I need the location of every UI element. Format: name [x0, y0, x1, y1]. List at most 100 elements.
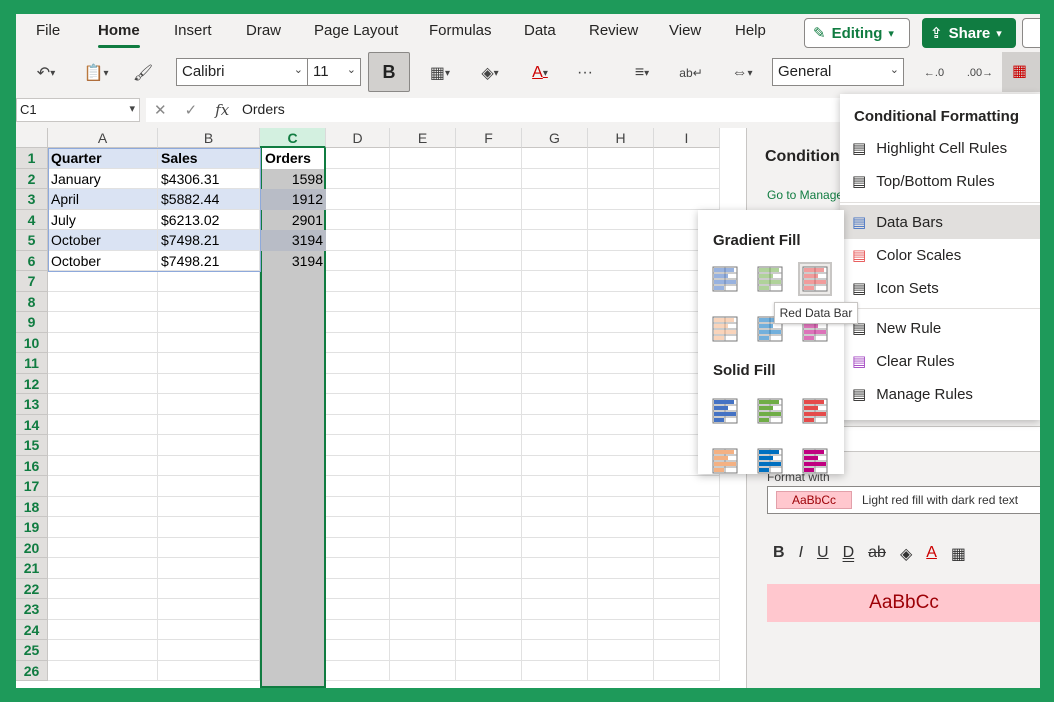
- grid-cell[interactable]: [326, 517, 390, 538]
- font-color-icon[interactable]: A: [926, 544, 937, 564]
- grid-cell[interactable]: [522, 517, 588, 538]
- grid-cell[interactable]: [456, 353, 522, 374]
- row-header-21[interactable]: 21: [16, 558, 48, 579]
- tab-page-layout[interactable]: Page Layout: [314, 22, 398, 39]
- grid-cell[interactable]: [48, 578, 158, 599]
- double-underline-icon[interactable]: D: [843, 544, 855, 564]
- grid-cell[interactable]: [588, 271, 654, 292]
- grid-cell[interactable]: [390, 312, 456, 333]
- grid-cell[interactable]: [390, 599, 456, 620]
- tab-home[interactable]: Home: [98, 22, 140, 39]
- grid-cell[interactable]: [588, 517, 654, 538]
- grid-cell[interactable]: [326, 660, 390, 681]
- grid-cell[interactable]: [456, 332, 522, 353]
- grid-cell[interactable]: [326, 353, 390, 374]
- more-options-icon[interactable]: ···: [570, 58, 600, 88]
- grid-cell[interactable]: [654, 619, 720, 640]
- column-header-d[interactable]: D: [326, 128, 390, 148]
- grid-cell[interactable]: [588, 435, 654, 456]
- grid-cell[interactable]: [326, 455, 390, 476]
- grid-cell[interactable]: [522, 640, 588, 661]
- grid-cell[interactable]: [158, 476, 260, 497]
- grid-cell[interactable]: [588, 250, 654, 271]
- grid-cell[interactable]: [522, 189, 588, 210]
- grid-cell[interactable]: [48, 558, 158, 579]
- fx-icon[interactable]: fx: [215, 101, 229, 119]
- tab-help[interactable]: Help: [735, 22, 766, 39]
- grid-cell[interactable]: [390, 640, 456, 661]
- grid-cell[interactable]: [588, 640, 654, 661]
- decrease-decimal-icon[interactable]: .00→: [960, 58, 1000, 88]
- grid-cell[interactable]: [390, 230, 456, 251]
- menu-item-color-scales[interactable]: ▤ Color Scales: [840, 239, 1040, 271]
- grid-cell[interactable]: [654, 189, 720, 210]
- grid-cell[interactable]: [158, 660, 260, 681]
- grid-cell[interactable]: [48, 435, 158, 456]
- font-name-select[interactable]: Calibri ⌄: [176, 58, 308, 86]
- underline-icon[interactable]: U: [817, 544, 829, 564]
- row-header-2[interactable]: 2: [16, 168, 48, 189]
- grid-cell[interactable]: [158, 291, 260, 312]
- grid-cell[interactable]: [654, 640, 720, 661]
- solid-red-data-bar-icon[interactable]: [798, 394, 832, 428]
- bold-button[interactable]: B: [368, 52, 410, 92]
- grid-cell[interactable]: [48, 353, 158, 374]
- menu-item-data-bars[interactable]: ▤ Data Bars: [840, 205, 1040, 239]
- comments-button[interactable]: [1022, 18, 1040, 48]
- grid-cell[interactable]: [522, 394, 588, 415]
- solid-purple-data-bar-icon[interactable]: [798, 444, 832, 478]
- grid-cell[interactable]: [326, 619, 390, 640]
- row-header-14[interactable]: 14: [16, 414, 48, 435]
- tab-insert[interactable]: Insert: [174, 22, 212, 39]
- grid-cell[interactable]: [588, 476, 654, 497]
- grid-cell[interactable]: [390, 189, 456, 210]
- share-button[interactable]: ⇪ Share ▾: [922, 18, 1016, 48]
- grid-cell[interactable]: [390, 578, 456, 599]
- grid-cell[interactable]: [158, 455, 260, 476]
- grid-cell[interactable]: [588, 660, 654, 681]
- grid-cell[interactable]: [654, 476, 720, 497]
- grid-cell[interactable]: [158, 414, 260, 435]
- table-cell[interactable]: 3194: [260, 230, 326, 251]
- grid-cell[interactable]: [390, 414, 456, 435]
- fill-color-icon[interactable]: ◈: [900, 544, 912, 564]
- grid-cell[interactable]: [326, 640, 390, 661]
- grid-cell[interactable]: [158, 435, 260, 456]
- grid-cell[interactable]: [326, 373, 390, 394]
- grid-cell[interactable]: [654, 578, 720, 599]
- grid-cell[interactable]: [158, 394, 260, 415]
- grid-cell[interactable]: [522, 353, 588, 374]
- grid-cell[interactable]: [588, 496, 654, 517]
- menu-item-new-rule[interactable]: ▤ New Rule: [840, 312, 1040, 344]
- row-header-19[interactable]: 19: [16, 517, 48, 538]
- row-header-1[interactable]: 1: [16, 148, 48, 169]
- grid-cell[interactable]: [654, 660, 720, 681]
- grid-cell[interactable]: [588, 168, 654, 189]
- gradient-blue-data-bar-icon[interactable]: [708, 262, 742, 296]
- grid-cell[interactable]: [522, 332, 588, 353]
- row-header-10[interactable]: 10: [16, 332, 48, 353]
- grid-cell[interactable]: [588, 394, 654, 415]
- grid-cell[interactable]: [390, 435, 456, 456]
- grid-cell[interactable]: [522, 476, 588, 497]
- grid-cell[interactable]: [158, 640, 260, 661]
- grid-cell[interactable]: [456, 455, 522, 476]
- grid-cell[interactable]: [48, 660, 158, 681]
- grid-cell[interactable]: [326, 189, 390, 210]
- row-header-24[interactable]: 24: [16, 619, 48, 640]
- grid-cell[interactable]: [390, 476, 456, 497]
- grid-cell[interactable]: [588, 414, 654, 435]
- grid-cell[interactable]: [456, 517, 522, 538]
- table-cell[interactable]: 1912: [260, 189, 326, 210]
- grid-cell[interactable]: [456, 209, 522, 230]
- table-cell[interactable]: 3194: [260, 251, 326, 272]
- grid-cell[interactable]: [588, 209, 654, 230]
- grid-cell[interactable]: [326, 230, 390, 251]
- row-header-13[interactable]: 13: [16, 394, 48, 415]
- menu-item-manage-rules[interactable]: ▤ Manage Rules: [840, 378, 1040, 410]
- grid-cell[interactable]: [522, 537, 588, 558]
- grid-cell[interactable]: [588, 353, 654, 374]
- grid-cell[interactable]: [326, 148, 390, 169]
- grid-cell[interactable]: [48, 312, 158, 333]
- grid-cell[interactable]: [158, 558, 260, 579]
